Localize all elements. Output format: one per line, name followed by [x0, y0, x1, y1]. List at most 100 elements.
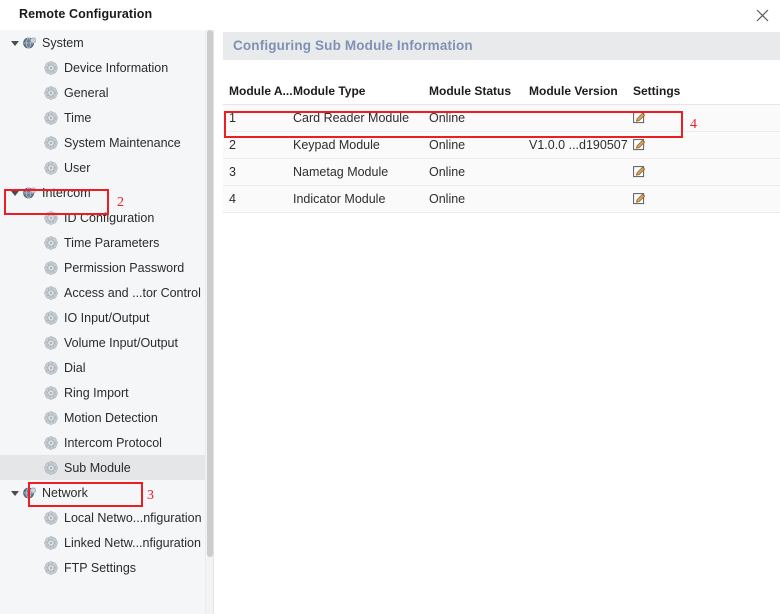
sidebar-item-time-parameters[interactable]: Time Parameters [0, 230, 206, 255]
cell-settings [633, 185, 693, 213]
edit-icon[interactable] [633, 112, 646, 125]
sub-module-table-container: Module A... Module Type Module Status Mo… [223, 72, 780, 602]
sidebar-item-linked-netw-nfiguration[interactable]: Linked Netw...nfiguration [0, 530, 206, 555]
sidebar-item-label: Ring Import [64, 385, 129, 400]
sidebar-item-io-input-output[interactable]: IO Input/Output [0, 305, 206, 330]
gear-flower-icon [44, 385, 58, 400]
sidebar-item-ftp-settings[interactable]: FTP Settings [0, 555, 206, 580]
cell-module-type: Keypad Module [293, 131, 429, 159]
sidebar-item-label: General [64, 85, 109, 100]
cell-module-type: Card Reader Module [293, 104, 429, 132]
gear-flower-icon [44, 535, 58, 550]
sidebar-item-label: Permission Password [64, 260, 185, 275]
cell-spacer [693, 131, 780, 159]
table-header-row: Module A... Module Type Module Status Mo… [223, 72, 780, 105]
cell-spacer [693, 104, 780, 132]
window-title: Remote Configuration [19, 7, 153, 21]
sidebar-item-intercom[interactable]: Intercom [0, 180, 206, 205]
column-header-settings: Settings [633, 72, 693, 105]
sidebar-item-label: User [64, 160, 91, 175]
gear-flower-icon [44, 135, 58, 150]
caret-down-icon[interactable] [11, 488, 20, 497]
sidebar-item-general[interactable]: General [0, 80, 206, 105]
gear-flower-icon [44, 160, 58, 175]
sidebar-item-access-and-tor-control[interactable]: Access and ...tor Control [0, 280, 206, 305]
sidebar-item-label: System [42, 35, 84, 50]
sidebar-item-volume-input-output[interactable]: Volume Input/Output [0, 330, 206, 355]
edit-icon[interactable] [633, 139, 646, 152]
gear-flower-icon [44, 310, 58, 325]
sidebar-item-label: Device Information [64, 60, 169, 75]
sidebar-item-label: Time Parameters [64, 235, 160, 250]
table-body: 1 Card Reader Module Online 2 Keypad Module O… [223, 104, 780, 614]
gear-flower-icon [44, 335, 58, 350]
cell-module-version [529, 185, 633, 213]
gear-flower-icon [44, 560, 58, 575]
sidebar-item-label: ID Configuration [64, 210, 155, 225]
cell-module-address: 3 [223, 158, 293, 186]
sidebar-item-ring-import[interactable]: Ring Import [0, 380, 206, 405]
cell-module-status: Online [429, 131, 529, 159]
sidebar-item-label: Linked Netw...nfiguration [64, 535, 201, 550]
sidebar-item-time[interactable]: Time [0, 105, 206, 130]
sidebar-item-label: Time [64, 110, 92, 125]
sidebar-item-device-information[interactable]: Device Information [0, 55, 206, 80]
sidebar-item-label: System Maintenance [64, 135, 181, 150]
gear-flower-icon [44, 210, 58, 225]
caret-down-icon[interactable] [11, 38, 20, 47]
cell-spacer [693, 185, 780, 213]
sidebar-item-user[interactable]: User [0, 155, 206, 180]
sidebar-item-label: Dial [64, 360, 86, 375]
sidebar-item-intercom-protocol[interactable]: Intercom Protocol [0, 430, 206, 455]
page-title: Configuring Sub Module Information [233, 38, 473, 53]
column-header-module-version: Module Version [529, 72, 633, 105]
cell-module-version: V1.0.0 ...d190507 [529, 131, 633, 159]
table-row[interactable]: 2 Keypad Module Online V1.0.0 ...d190507 [223, 131, 780, 159]
globe-icon [22, 186, 36, 200]
sidebar-item-dial[interactable]: Dial [0, 355, 206, 380]
sidebar-item-label: FTP Settings [64, 560, 137, 575]
gear-flower-icon [44, 460, 58, 475]
edit-icon[interactable] [633, 166, 646, 179]
remote-configuration-window: Remote Configuration System Device Inform… [0, 0, 780, 614]
cell-module-version [529, 104, 633, 132]
sidebar-item-label: IO Input/Output [64, 310, 150, 325]
sidebar-item-network[interactable]: Network [0, 480, 206, 505]
panel-header: Configuring Sub Module Information [223, 32, 780, 60]
sidebar-item-permission-password[interactable]: Permission Password [0, 255, 206, 280]
cell-module-address: 4 [223, 185, 293, 213]
gear-flower-icon [44, 260, 58, 275]
sidebar-item-system-maintenance[interactable]: System Maintenance [0, 130, 206, 155]
sidebar-item-sub-module[interactable]: Sub Module [0, 455, 206, 480]
sidebar-item-label: Intercom [42, 185, 91, 200]
sidebar-item-label: Motion Detection [64, 410, 158, 425]
gear-flower-icon [44, 60, 58, 75]
cell-module-address: 2 [223, 131, 293, 159]
sidebar-item-motion-detection[interactable]: Motion Detection [0, 405, 206, 430]
sidebar-item-label: Network [42, 485, 88, 500]
table-row[interactable]: 1 Card Reader Module Online [223, 104, 780, 132]
sidebar-item-label: Access and ...tor Control [64, 285, 201, 300]
close-icon[interactable] [750, 4, 774, 26]
edit-icon[interactable] [633, 193, 646, 206]
column-header-module-address: Module A... [223, 72, 293, 105]
navigation-sidebar: System Device Information General Time Syste… [0, 30, 214, 614]
gear-flower-icon [44, 360, 58, 375]
globe-icon [22, 486, 36, 500]
table-row[interactable]: 4 Indicator Module Online [223, 185, 780, 213]
sidebar-item-label: Local Netwo...nfiguration [64, 510, 202, 525]
sidebar-item-system[interactable]: System [0, 30, 206, 55]
table-row[interactable]: 3 Nametag Module Online [223, 158, 780, 186]
sidebar-scrollbar-thumb[interactable] [207, 30, 213, 557]
cell-spacer [693, 158, 780, 186]
main-content-panel: Configuring Sub Module Information Modul… [214, 30, 780, 614]
gear-flower-icon [44, 285, 58, 300]
sidebar-item-id-configuration[interactable]: ID Configuration [0, 205, 206, 230]
caret-down-icon[interactable] [11, 188, 20, 197]
cell-module-type: Indicator Module [293, 185, 429, 213]
sidebar-item-label: Sub Module [64, 460, 131, 475]
sidebar-item-local-netwo-nfiguration[interactable]: Local Netwo...nfiguration [0, 505, 206, 530]
gear-flower-icon [44, 435, 58, 450]
sidebar-scrollbar[interactable] [205, 30, 213, 614]
column-header-module-type: Module Type [293, 72, 429, 105]
